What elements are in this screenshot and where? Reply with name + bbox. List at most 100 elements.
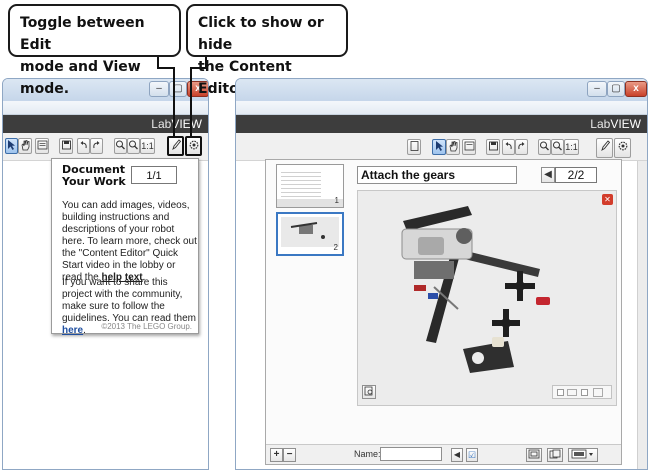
pages-button[interactable]	[547, 448, 563, 462]
editor-bottom-bar: + − Name: ◀ ☑	[266, 444, 621, 464]
thumbnail-number: 2	[333, 243, 338, 252]
thumbnail-number: 1	[334, 196, 339, 205]
comment-icon	[37, 140, 47, 150]
edit-view-toggle-button[interactable]	[167, 136, 184, 156]
redo-icon	[93, 141, 100, 149]
layout-button[interactable]	[526, 448, 542, 462]
edit-pencil-icon	[171, 139, 181, 151]
save-icon	[488, 141, 498, 151]
redo-icon	[518, 142, 525, 150]
vertical-scrollbar[interactable]	[637, 161, 647, 469]
popup-title: Document Your Work	[62, 163, 126, 188]
pencil-icon[interactable]	[593, 388, 603, 397]
close-button[interactable]: x	[625, 81, 647, 97]
popup-page-indicator: 1/1	[131, 166, 177, 184]
name-input[interactable]	[380, 447, 442, 461]
image-edit-icon	[364, 386, 373, 396]
right-window: – ▢ x LabVIEW 1:1 1 2 Attach the gears ◀…	[235, 78, 648, 470]
undo-button[interactable]	[77, 138, 90, 154]
previous-item-button[interactable]: ◀	[451, 448, 463, 462]
zoom-in-icon	[553, 141, 562, 151]
edit-view-toggle-button[interactable]	[596, 138, 613, 158]
hand-icon	[21, 140, 29, 151]
left-toolbar: 1:1	[3, 133, 208, 161]
maximize-button[interactable]: ▢	[607, 81, 625, 97]
layout-icon	[528, 449, 540, 459]
comment-icon	[464, 141, 474, 151]
leader-line-right-up	[205, 57, 207, 69]
pan-tool-button[interactable]	[446, 139, 460, 155]
left-labview-band: LabVIEW	[3, 115, 208, 133]
edit-pencil-icon	[600, 140, 610, 152]
pan-tool-button[interactable]	[18, 138, 32, 154]
pointer-icon	[8, 140, 15, 150]
pointer-tool-button[interactable]	[432, 139, 446, 155]
callout-content-editor-toggle: Click to show or hide the Content Editor…	[186, 4, 348, 97]
left-window: – ▢ x LabVIEW 1:1 Document Your Work 1/1…	[2, 78, 209, 470]
undo-icon	[80, 141, 87, 149]
popup-copyright: ©2013 The LEGO Group.	[101, 322, 192, 331]
right-titlebar	[236, 79, 647, 101]
zoom-in-button[interactable]	[551, 139, 564, 155]
pages-icon	[549, 449, 561, 459]
content-editor-panel: 1 2 Attach the gears ◀ 2/2 ✕ + − Name: ◀…	[265, 159, 622, 465]
zoom-in-button[interactable]	[127, 138, 140, 154]
image-options-strip	[552, 385, 612, 399]
image-properties-button[interactable]	[362, 385, 376, 399]
content-editor-toggle-button[interactable]	[614, 138, 631, 158]
redo-button[interactable]	[90, 138, 103, 154]
zoom-in-icon	[129, 140, 138, 150]
remove-image-button[interactable]: ✕	[602, 194, 613, 205]
remove-page-button[interactable]: −	[283, 448, 296, 462]
content-editor-popup: Document Your Work 1/1 You can add image…	[51, 158, 199, 336]
pointer-tool-button[interactable]	[5, 138, 18, 154]
option-checkbox[interactable]	[557, 389, 564, 396]
redo-button[interactable]	[515, 139, 528, 155]
fit-icon[interactable]	[567, 389, 577, 396]
add-page-button[interactable]: +	[270, 448, 283, 462]
comment-tool-button[interactable]	[462, 139, 476, 155]
labview-logo: LabVIEW	[151, 117, 202, 131]
content-editor-toggle-button[interactable]	[185, 136, 202, 156]
right-toolbar: 1:1	[236, 133, 647, 161]
labview-logo: LabVIEW	[590, 117, 641, 131]
page-thumbnail-1[interactable]: 1	[276, 164, 344, 208]
lego-robot-image	[358, 191, 616, 405]
right-menu-band	[236, 101, 647, 115]
save-button[interactable]	[59, 138, 73, 154]
name-label: Name:	[354, 449, 381, 459]
page-thumbnail-2[interactable]: 2	[276, 212, 344, 256]
zoom-reset-button[interactable]: 1:1	[564, 139, 579, 155]
page-icon	[410, 141, 418, 151]
confirm-checkbox[interactable]: ☑	[466, 448, 478, 462]
popup-paragraph-1: You can add images, videos, building ins…	[62, 200, 197, 283]
leader-line-left-up	[157, 57, 159, 69]
zoom-reset-button[interactable]: 1:1	[140, 138, 155, 154]
dropdown-icon	[571, 449, 593, 459]
option-checkbox[interactable]	[581, 389, 588, 396]
thumbnail-content	[281, 169, 321, 197]
zoom-out-icon	[540, 141, 549, 151]
undo-button[interactable]	[502, 139, 515, 155]
comment-tool-button[interactable]	[35, 138, 49, 154]
page-title-field[interactable]: Attach the gears	[357, 166, 517, 184]
save-button[interactable]	[486, 139, 500, 155]
leader-line-left-drop	[173, 67, 175, 136]
minimize-button[interactable]: –	[587, 81, 607, 97]
right-labview-band: LabVIEW	[236, 115, 647, 133]
guidelines-link[interactable]: here	[62, 325, 83, 336]
zoom-out-button[interactable]	[538, 139, 551, 155]
gear-icon	[189, 140, 198, 150]
page-indicator: 2/2	[555, 167, 597, 183]
maximize-button[interactable]: ▢	[169, 81, 187, 97]
layout-dropdown[interactable]	[568, 448, 598, 462]
leader-line-right-drop	[190, 67, 192, 136]
thumbnail-footer	[277, 199, 343, 207]
page-view-button[interactable]	[407, 139, 421, 155]
previous-page-arrow[interactable]: ◀	[541, 167, 555, 183]
left-menu-band	[3, 101, 208, 115]
pointer-icon	[435, 141, 443, 151]
zoom-out-button[interactable]	[114, 138, 127, 154]
thumbnail-content	[281, 217, 339, 247]
callout-edit-view-toggle: Toggle between Edit mode and View mode.	[8, 4, 181, 97]
